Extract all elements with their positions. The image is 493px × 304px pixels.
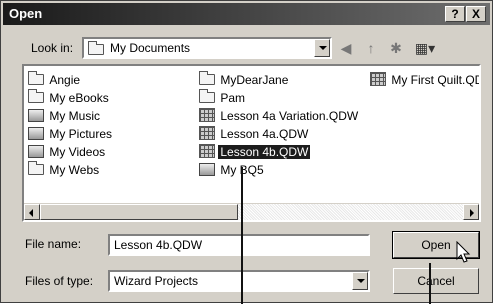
help-button[interactable]: ? bbox=[445, 6, 465, 22]
folder-icon bbox=[199, 89, 215, 103]
new-folder-icon[interactable]: ✱ bbox=[386, 39, 406, 57]
list-item[interactable]: My Videos bbox=[28, 144, 107, 161]
quilt-file-icon bbox=[370, 72, 386, 86]
look-in-dropdown[interactable]: My Documents bbox=[82, 37, 332, 59]
my-documents-folder-icon bbox=[88, 41, 104, 55]
list-item[interactable]: Lesson 4a.QDW bbox=[199, 126, 310, 143]
list-item-selected[interactable]: Lesson 4b.QDW bbox=[199, 144, 311, 161]
file-name-input[interactable]: Lesson 4b.QDW bbox=[108, 234, 370, 256]
music-folder-icon bbox=[28, 109, 44, 122]
folder-icon bbox=[28, 71, 44, 85]
list-item[interactable]: Angie bbox=[28, 71, 82, 89]
file-name-label: File name: bbox=[25, 237, 82, 251]
chevron-down-icon[interactable] bbox=[314, 39, 330, 57]
shortcut-icon bbox=[199, 163, 215, 176]
scroll-right-icon[interactable] bbox=[463, 204, 479, 220]
cancel-button[interactable]: Cancel bbox=[393, 268, 479, 294]
back-icon[interactable]: ◀ bbox=[336, 39, 356, 57]
folder-icon bbox=[199, 71, 215, 85]
callout-line bbox=[429, 263, 431, 304]
folder-icon bbox=[28, 89, 44, 103]
list-item[interactable]: My eBooks bbox=[28, 89, 111, 107]
pictures-folder-icon bbox=[28, 127, 44, 140]
files-of-type-label: Files of type: bbox=[25, 274, 94, 288]
callout-line bbox=[241, 167, 243, 304]
scrollbar-thumb[interactable] bbox=[40, 204, 238, 220]
list-item[interactable]: My Pictures bbox=[28, 126, 114, 143]
list-item[interactable]: My First Quilt.QDW bbox=[370, 72, 479, 89]
quilt-file-icon bbox=[199, 108, 215, 122]
videos-folder-icon bbox=[28, 145, 44, 158]
up-folder-icon[interactable]: ↑ bbox=[361, 39, 381, 57]
list-item[interactable]: My Webs bbox=[28, 161, 101, 179]
scroll-left-icon[interactable] bbox=[24, 204, 40, 220]
look-in-label: Look in: bbox=[31, 41, 74, 55]
list-item[interactable]: Pam bbox=[199, 89, 247, 107]
title-bar[interactable]: Open ? X bbox=[3, 3, 490, 25]
quilt-file-icon bbox=[199, 144, 215, 158]
close-button[interactable]: X bbox=[466, 6, 486, 22]
list-item[interactable]: My Music bbox=[28, 108, 102, 125]
quilt-file-icon bbox=[199, 126, 215, 140]
mouse-pointer-icon bbox=[456, 241, 471, 263]
view-menu-icon[interactable]: ▦▾ bbox=[411, 39, 439, 57]
chevron-down-icon[interactable] bbox=[352, 272, 368, 290]
look-in-value: My Documents bbox=[110, 41, 191, 55]
files-of-type-value: Wizard Projects bbox=[114, 274, 199, 288]
list-item[interactable]: Lesson 4a Variation.QDW bbox=[199, 108, 360, 125]
window-title: Open bbox=[9, 6, 43, 21]
folder-icon bbox=[28, 161, 44, 175]
files-of-type-dropdown[interactable]: Wizard Projects bbox=[108, 270, 370, 292]
list-item[interactable]: MyDearJane bbox=[199, 71, 290, 89]
open-dialog: Open ? X Look in: My Documents ◀ ↑ ✱ ▦▾ … bbox=[0, 0, 493, 304]
file-list[interactable]: Angie My eBooks My Music My Pictures My … bbox=[22, 64, 481, 222]
list-item[interactable]: My BQ5 bbox=[199, 162, 266, 179]
horizontal-scrollbar[interactable] bbox=[24, 203, 479, 220]
